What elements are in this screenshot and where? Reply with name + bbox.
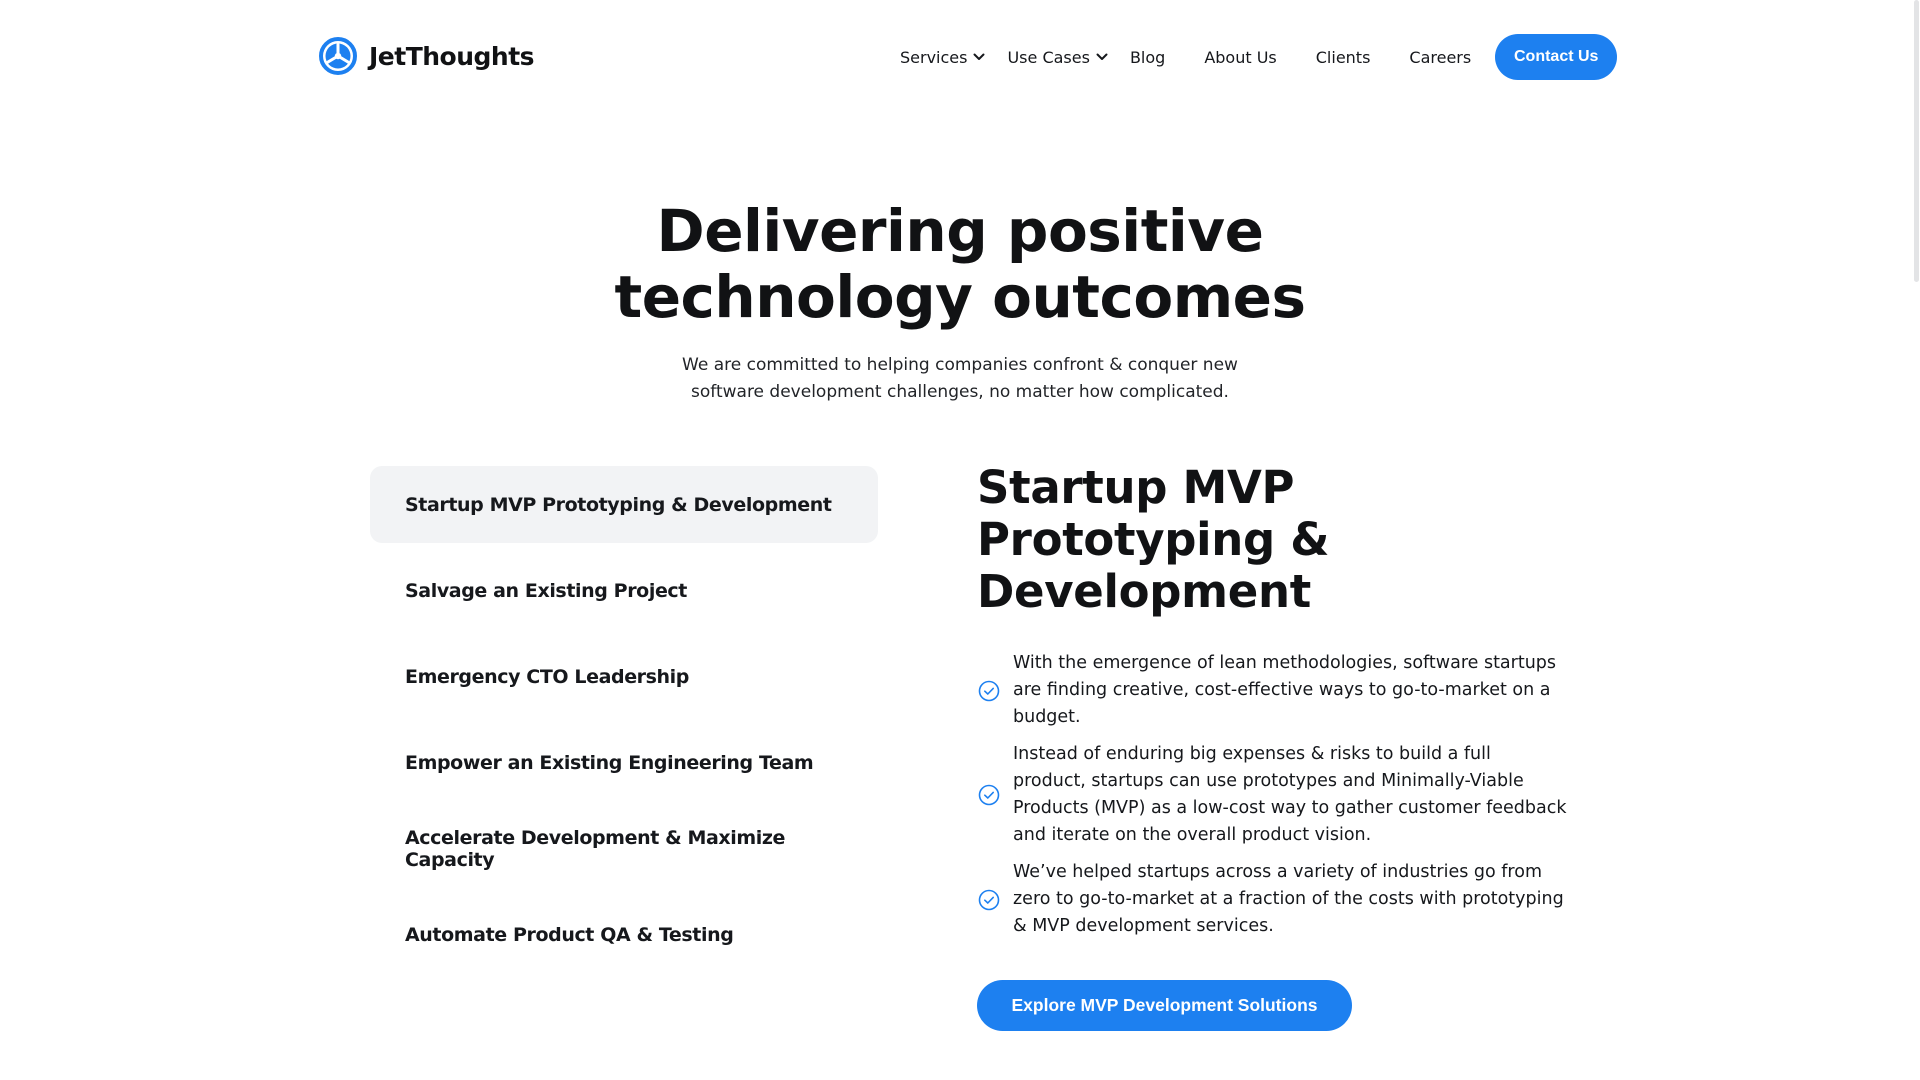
tab-empower-team[interactable]: Empower an Existing Engineering Team [370,724,878,801]
chevron-down-icon [973,53,985,60]
list-item: Instead of enduring big expenses & risks… [977,741,1577,849]
hero-subtitle-line: software development challenges, no matt… [691,382,1229,402]
check-circle-icon [978,889,1000,910]
nav-item-label: Use Cases [1007,47,1090,67]
hero-subtitle: We are committed to helping companies co… [660,352,1260,406]
scrollbar-thumb[interactable] [1914,0,1919,282]
list-item: With the emergence of lean methodologies… [977,650,1577,731]
nav-item-clients[interactable]: Clients [1316,48,1371,67]
hero-title-line: technology outcomes [614,263,1306,331]
chevron-down-icon [1096,53,1108,60]
use-case-tabs: Startup MVP Prototyping & Development Sa… [370,466,878,982]
use-case-detail: Startup MVP Prototyping & Development Wi… [977,462,1577,1031]
explore-mvp-button[interactable]: Explore MVP Development Solutions [977,980,1352,1031]
hero-title-line: Delivering positive [656,197,1264,265]
nav-item-blog[interactable]: Blog [1130,48,1165,67]
nav-item-label: Services [900,47,968,67]
page-scrollbar[interactable] [1912,0,1920,1080]
main-nav: Services Use Cases Blog About Us Clients… [900,34,1618,80]
tab-emergency-cto[interactable]: Emergency CTO Leadership [370,638,878,715]
tab-startup-mvp[interactable]: Startup MVP Prototyping & Development [370,466,878,543]
bullet-text: We’ve helped startups across a variety o… [1013,862,1564,936]
bullet-text: Instead of enduring big expenses & risks… [1013,744,1567,845]
brand-name: JetThoughts [369,41,535,71]
list-item: We’ve helped startups across a variety o… [977,859,1577,940]
nav-item-services[interactable]: Services [900,48,986,67]
check-circle-icon [978,784,1000,806]
logo-link[interactable]: JetThoughts [319,37,535,75]
tab-accelerate-development[interactable]: Accelerate Development & Maximize Capaci… [370,810,878,887]
detail-title: Startup MVP Prototyping & Development [977,461,1330,618]
nav-item-about-us[interactable]: About Us [1204,48,1276,67]
tab-salvage-project[interactable]: Salvage an Existing Project [370,552,878,629]
hero-title: Delivering positive technology outcomes [460,198,1460,330]
hero-subtitle-line: We are committed to helping companies co… [682,355,1238,375]
contact-us-button[interactable]: Contact Us [1495,34,1618,80]
nav-item-careers[interactable]: Careers [1409,48,1471,67]
nav-item-use-cases[interactable]: Use Cases [1007,48,1108,67]
tab-automate-qa[interactable]: Automate Product QA & Testing [370,896,878,973]
detail-bullets: With the emergence of lean methodologies… [977,650,1577,940]
site-header: JetThoughts Services Use Cases Blog Abou… [0,0,1920,114]
page: JetThoughts Services Use Cases Blog Abou… [0,0,1920,1080]
check-circle-icon [978,680,1000,701]
bullet-text: With the emergence of lean methodologies… [1013,653,1557,727]
jetthoughts-logo-icon [319,37,357,75]
